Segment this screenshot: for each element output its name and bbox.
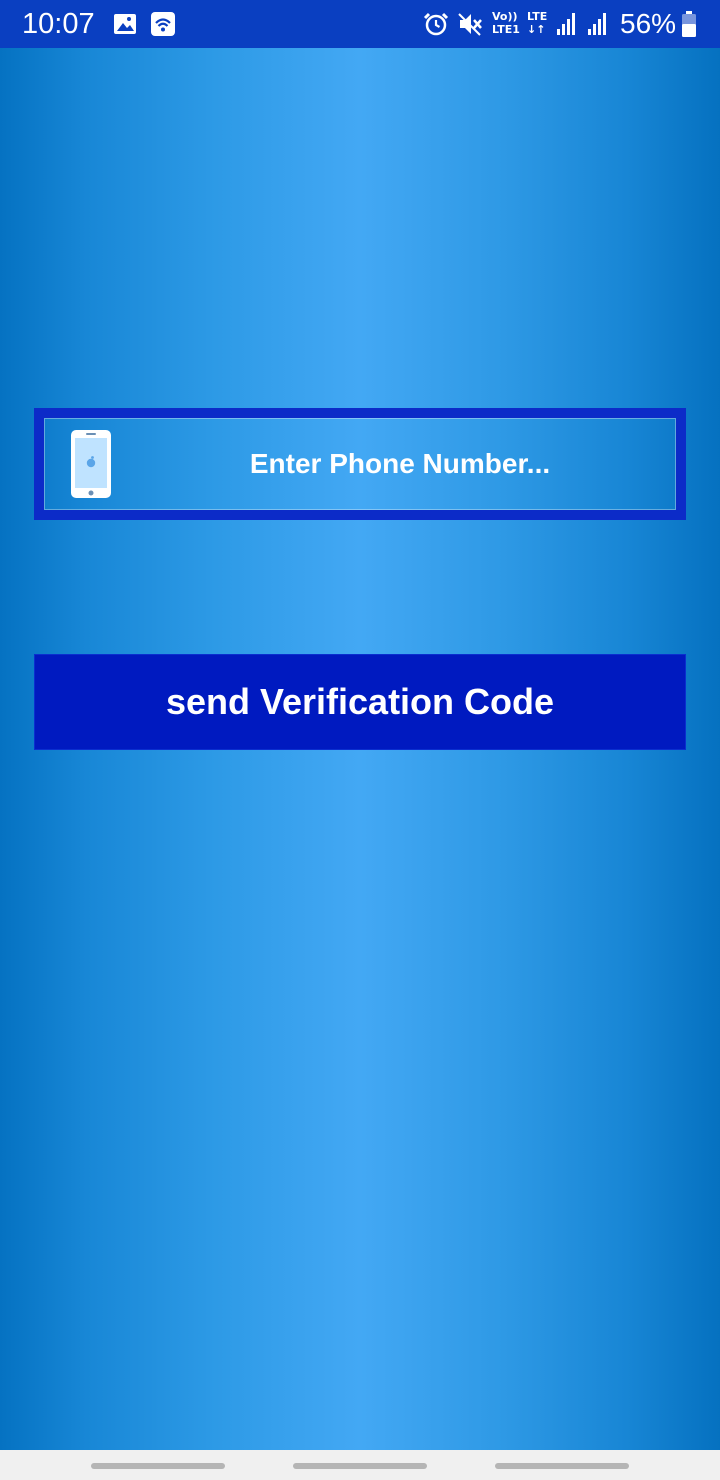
status-time: 10:07 bbox=[22, 8, 95, 40]
nav-back-handle[interactable] bbox=[495, 1463, 629, 1469]
main-area: Enter Phone Number... send Verification … bbox=[0, 48, 720, 1450]
phone-number-placeholder: Enter Phone Number... bbox=[249, 448, 551, 479]
signal-icon bbox=[557, 13, 575, 35]
send-verification-code-button[interactable]: send Verification Code bbox=[34, 654, 686, 750]
battery-percent: 56% bbox=[620, 8, 677, 39]
volte-icon: Vo)) LTE1 bbox=[492, 10, 520, 36]
phone-icon bbox=[71, 430, 111, 498]
mute-icon bbox=[458, 13, 482, 36]
nav-home-handle[interactable] bbox=[293, 1463, 427, 1469]
alarm-icon bbox=[423, 12, 449, 36]
signal-icon bbox=[588, 13, 606, 35]
wifi-icon bbox=[151, 12, 175, 36]
nav-recent-apps-handle[interactable] bbox=[91, 1463, 225, 1469]
navigation-bar bbox=[0, 1450, 720, 1480]
battery-icon bbox=[682, 11, 696, 37]
status-bar: 10:07 Vo)) LTE1 LTE ↓↑ 56% bbox=[0, 0, 720, 48]
image-icon bbox=[114, 14, 136, 34]
phone-number-field[interactable]: Enter Phone Number... bbox=[34, 408, 686, 520]
lte-icon: LTE ↓↑ bbox=[527, 10, 548, 36]
